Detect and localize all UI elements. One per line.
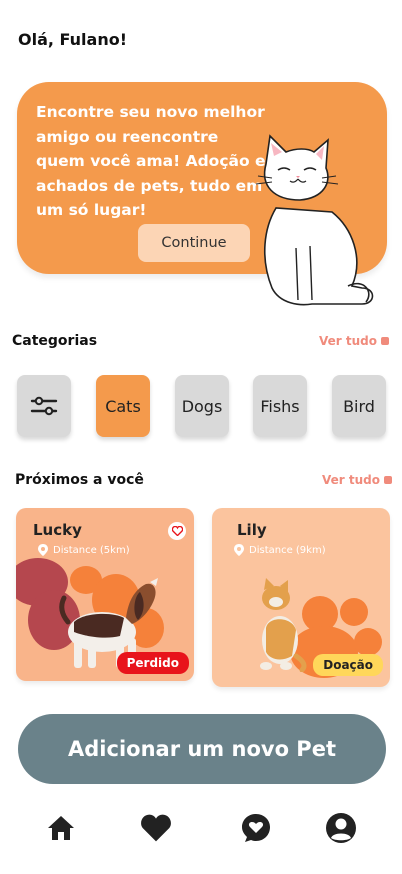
pet-card-lily[interactable]: Lily Distance (9km) Doação [212,508,390,687]
nav-home[interactable] [45,812,77,844]
filter-icon [30,396,58,416]
categories-see-all-link[interactable]: Ver tudo [319,334,389,348]
favorite-button[interactable] [168,522,186,540]
greeting-text: Olá, Fulano! [18,30,128,49]
pet-name: Lucky [33,521,82,539]
profile-icon [326,813,356,843]
pet-distance: Distance (9km) [234,544,326,556]
category-dogs[interactable]: Dogs [175,375,229,437]
see-all-label: Ver tudo [319,334,377,348]
category-fishs[interactable]: Fishs [253,375,307,437]
status-badge-lost: Perdido [116,652,189,674]
home-icon [48,816,74,840]
nav-profile[interactable] [325,812,357,844]
location-pin-icon [234,544,244,556]
heart-outline-icon [171,526,183,536]
see-all-label: Ver tudo [322,473,380,487]
nav-messages[interactable] [240,812,272,844]
pet-distance: Distance (5km) [38,544,130,556]
category-bird[interactable]: Bird [332,375,386,437]
nearby-see-all-link[interactable]: Ver tudo [322,473,392,487]
pet-card-lucky[interactable]: Lucky Distance (5km) Perdido [16,508,194,681]
nav-favorites[interactable] [140,812,172,844]
heart-icon [141,814,171,842]
categories-title: Categorias [12,333,98,349]
add-pet-button[interactable]: Adicionar um novo Pet [18,714,386,784]
continue-button[interactable]: Continue [138,224,250,262]
location-pin-icon [38,544,48,556]
chat-heart-icon [242,814,270,842]
pet-name: Lily [237,521,267,539]
pet-distance-label: Distance (9km) [249,544,326,556]
category-cats[interactable]: Cats [96,375,150,437]
status-badge-donation: Doação [313,654,383,676]
cat-image [260,578,307,672]
cat-illustration [255,134,374,306]
hero-text: Encontre seu novo melhor amigo ou reenco… [36,103,266,219]
category-filter-button[interactable] [17,375,71,437]
pet-distance-label: Distance (5km) [53,544,130,556]
arrow-icon [383,476,392,484]
nearby-title: Próximos a você [15,472,144,488]
arrow-icon [380,337,389,345]
